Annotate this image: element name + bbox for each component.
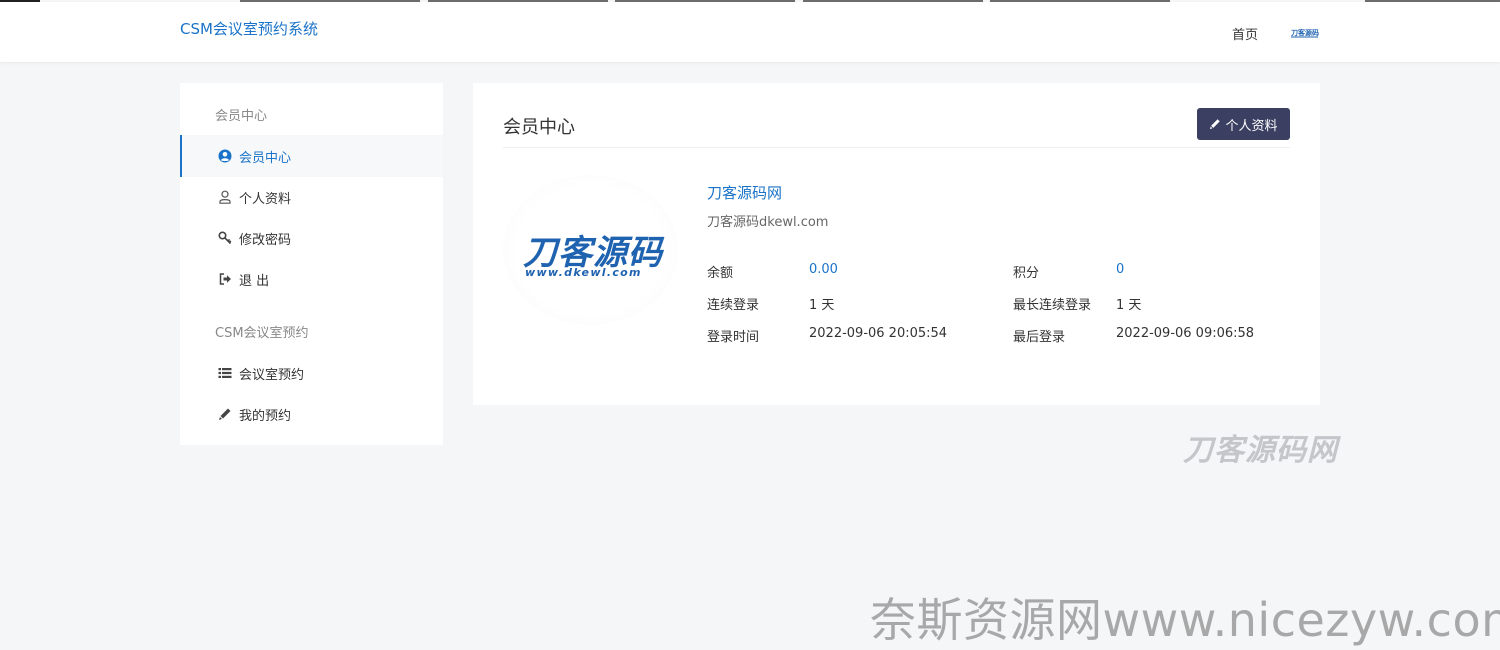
last-login-label: 最后登录 bbox=[1013, 330, 1066, 345]
sidebar-item-label: 我的预约 bbox=[239, 409, 292, 424]
sidebar: 会员中心 会员中心 个人资料 修改密码 退 出 CSM会议室预约 会议室预约 我… bbox=[180, 83, 443, 445]
user-circle-icon bbox=[218, 149, 232, 163]
user-signature: 刀客源码dkewl.com bbox=[707, 215, 829, 230]
max-continuous-login-label: 最长连续登录 bbox=[1013, 298, 1092, 313]
sidebar-item-label: 退 出 bbox=[239, 274, 270, 289]
sidebar-item-member-center[interactable]: 会员中心 bbox=[180, 135, 443, 177]
pencil-icon bbox=[1210, 119, 1221, 130]
max-continuous-login-value: 1 天 bbox=[1116, 298, 1142, 313]
pencil-icon bbox=[219, 408, 231, 420]
profile-button-label: 个人资料 bbox=[1225, 118, 1278, 134]
sign-out-icon bbox=[219, 273, 231, 285]
sidebar-item-profile[interactable]: 个人资料 bbox=[180, 176, 443, 218]
sidebar-section-title-member: 会员中心 bbox=[215, 109, 268, 124]
watermark-logo: 刀客源码网 bbox=[1183, 433, 1338, 468]
profile-button[interactable]: 个人资料 bbox=[1197, 108, 1290, 140]
username-link[interactable]: 刀客源码网 bbox=[707, 182, 782, 203]
user-avatar: 刀客源码 www.dkewl.com bbox=[503, 175, 678, 325]
sidebar-item-room-booking[interactable]: 会议室预约 bbox=[180, 352, 443, 394]
user-outline-icon bbox=[219, 190, 231, 204]
last-login-value: 2022-09-06 09:06:58 bbox=[1116, 326, 1255, 341]
sidebar-section-title-booking: CSM会议室预约 bbox=[215, 326, 309, 341]
brand-link[interactable]: CSM会议室预约系统 bbox=[180, 18, 318, 39]
score-label: 积分 bbox=[1013, 266, 1040, 281]
key-icon bbox=[218, 231, 232, 245]
sidebar-item-my-bookings[interactable]: 我的预约 bbox=[180, 393, 443, 435]
member-panel: 会员中心 个人资料 刀客源码 www.dkewl.com 刀客源码网 刀客源码d… bbox=[473, 83, 1320, 405]
top-navbar: CSM会议室预约系统 首页 刀客源码 bbox=[0, 2, 1500, 62]
continuous-login-label: 连续登录 bbox=[707, 298, 760, 313]
balance-label: 余额 bbox=[707, 266, 734, 281]
sidebar-item-label: 会员中心 bbox=[239, 151, 292, 166]
panel-title: 会员中心 bbox=[503, 117, 575, 138]
balance-value[interactable]: 0.00 bbox=[809, 262, 838, 277]
sidebar-item-label: 修改密码 bbox=[239, 233, 292, 248]
sidebar-item-change-password[interactable]: 修改密码 bbox=[180, 217, 443, 259]
continuous-login-value: 1 天 bbox=[809, 298, 835, 313]
sidebar-item-label: 个人资料 bbox=[239, 192, 292, 207]
nav-home-link[interactable]: 首页 bbox=[1232, 24, 1258, 43]
avatar-logo-url: www.dkewl.com bbox=[525, 266, 642, 279]
login-time-value: 2022-09-06 20:05:54 bbox=[809, 326, 948, 341]
list-icon bbox=[218, 368, 232, 378]
score-value[interactable]: 0 bbox=[1116, 262, 1124, 277]
watermark-site: 奈斯资源网www.nicezyw.com bbox=[870, 593, 1500, 647]
sidebar-item-label: 会议室预约 bbox=[239, 368, 305, 383]
login-time-label: 登录时间 bbox=[707, 330, 760, 345]
panel-divider bbox=[503, 147, 1290, 148]
sidebar-item-logout[interactable]: 退 出 bbox=[180, 258, 443, 300]
avatar[interactable]: 刀客源码 bbox=[1290, 27, 1320, 39]
svg-text:刀客源码: 刀客源码 bbox=[1291, 28, 1319, 37]
